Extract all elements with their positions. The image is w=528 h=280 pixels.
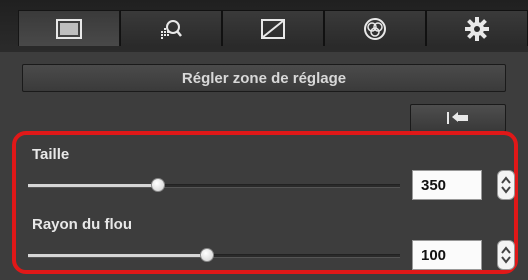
updown-arrows-icon: [501, 246, 511, 264]
blur-radius-slider-thumb[interactable]: [200, 248, 214, 262]
set-adjustment-area-button[interactable]: Régler zone de réglage: [22, 64, 506, 92]
tab-area[interactable]: [120, 10, 222, 46]
blur-radius-value: 100: [421, 246, 447, 264]
gear-icon: [465, 16, 489, 41]
size-input[interactable]: 350: [412, 170, 482, 200]
size-stepper[interactable]: [497, 170, 515, 200]
area-target-icon: [161, 19, 182, 39]
size-slider-thumb[interactable]: [151, 178, 165, 192]
color-circles-icon: [364, 17, 386, 40]
tab-display[interactable]: [18, 10, 120, 46]
undo-icon: [447, 112, 468, 124]
blur-radius-input[interactable]: 100: [412, 240, 482, 270]
updown-arrows-icon: [501, 176, 511, 194]
blur-radius-slider-fill: [28, 254, 207, 257]
set-adjustment-area-label: Régler zone de réglage: [181, 69, 347, 87]
tab-tone[interactable]: [222, 10, 324, 46]
size-slider-fill: [28, 184, 158, 187]
undo-button[interactable]: [410, 104, 506, 132]
tab-settings[interactable]: [426, 10, 528, 46]
size-label: Taille: [32, 146, 70, 163]
tab-color[interactable]: [324, 10, 426, 46]
toolbar: [0, 0, 528, 52]
tone-curve-icon: [261, 18, 285, 39]
display-icon: [56, 18, 82, 39]
size-value: 350: [421, 176, 447, 194]
blur-radius-stepper[interactable]: [497, 240, 515, 270]
blur-radius-label: Rayon du flou: [32, 216, 132, 233]
